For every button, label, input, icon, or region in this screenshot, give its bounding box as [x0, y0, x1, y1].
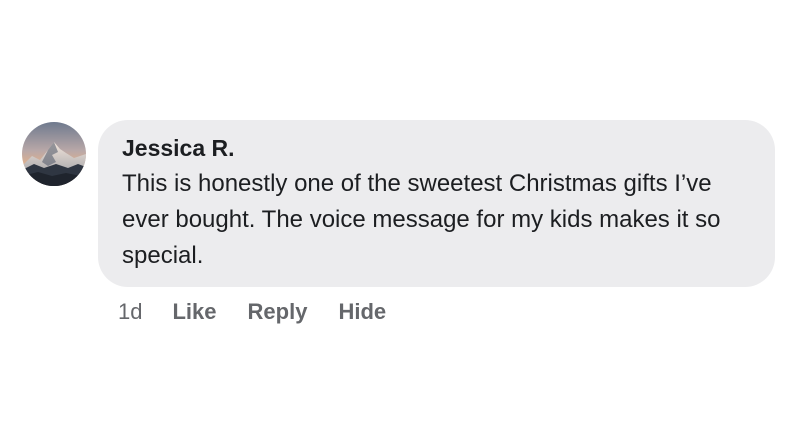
like-button[interactable]: Like [172, 299, 216, 325]
hide-button[interactable]: Hide [338, 299, 386, 325]
reply-button[interactable]: Reply [248, 299, 308, 325]
avatar[interactable] [22, 122, 86, 186]
comment-timestamp[interactable]: 1d [118, 299, 142, 325]
mountain-avatar-icon [22, 122, 86, 186]
comment-author[interactable]: Jessica R. [122, 134, 751, 162]
comment-actions: 1d Like Reply Hide [118, 296, 417, 328]
comment-text: This is honestly one of the sweetest Chr… [122, 170, 721, 269]
comment-bubble: Jessica R. This is honestly one of the s… [98, 120, 775, 287]
